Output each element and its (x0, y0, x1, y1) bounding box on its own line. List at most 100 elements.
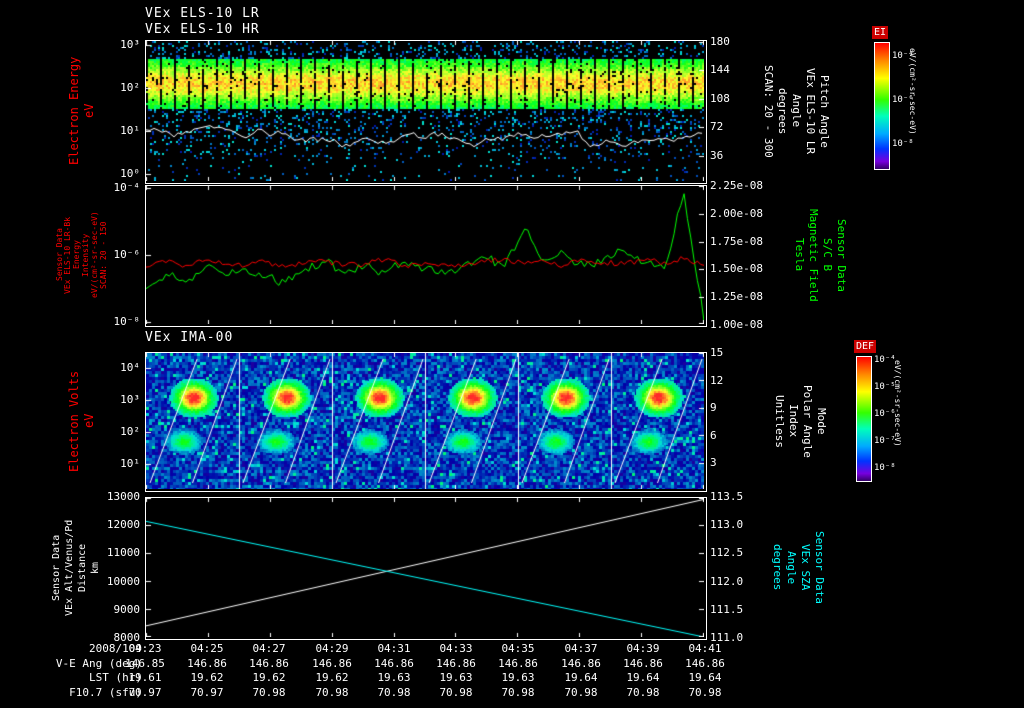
ima-y-tick-label: 10⁴ (120, 361, 140, 374)
els-y-title-part: eV (82, 103, 96, 119)
eph-y2-title-part: degrees (770, 544, 784, 591)
x-tick-time-label: 04:37 (564, 642, 598, 655)
mag-y2-axis-title: Sensor Data S/C B Magnetic Field Tesla (788, 185, 852, 325)
els-y2-title-part: SCAN: 20 - 300 (761, 64, 775, 158)
footer-value: 19.63 (439, 671, 473, 684)
eph-y2-axis-title: Sensor Data VEx SZA Angle degrees (768, 497, 828, 638)
footer-value: 19.62 (252, 671, 286, 684)
footer-value: 146.86 (561, 657, 601, 670)
ima-y2-title-part: Polar Angle (801, 384, 815, 458)
footer-value: 19.61 (128, 671, 162, 684)
x-tick-time-label: 04:39 (626, 642, 660, 655)
footer-value: 146.86 (498, 657, 538, 670)
els-y2-axis-title: Pitch Angle VEx ELS-10 LR Angle degrees SCAN… (752, 40, 840, 182)
els-y-axis-title: Electron Energy eV (64, 40, 100, 182)
footer-value: 70.98 (439, 686, 473, 699)
mag-y2-tick-label: 2.25e-08 (710, 179, 763, 192)
ei-colorbar-tick-label: 10⁻⁴ (892, 51, 914, 61)
footer-value: 19.62 (315, 671, 349, 684)
ima-y2-tick-label: 15 (710, 346, 724, 359)
eph-y-tick-label: 11000 (106, 546, 140, 559)
eph-y-title-part: VEx Alt/Venus/Pd (64, 519, 75, 616)
eph-y-title-part: Sensor Data (51, 534, 62, 601)
eph-y2-title-part: Sensor Data (813, 531, 827, 604)
mag-y2-title-part: S/C B (821, 238, 835, 272)
def-colorbar-tick-label: 10⁻⁵ (874, 382, 896, 392)
eph-y-tick-label: 10000 (106, 575, 140, 588)
els-energy-spectrogram-panel (145, 40, 707, 184)
eph-y-title-part: Distance (77, 543, 88, 592)
els-y2-title-part: Pitch Angle (818, 74, 832, 148)
mag-y2-tick-label: 1.00e-08 (710, 318, 763, 331)
eph-y2-tick-label: 113.0 (710, 518, 744, 531)
footer-value: 19.64 (688, 671, 722, 684)
footer-value: 70.98 (501, 686, 535, 699)
footer-value: 70.98 (252, 686, 286, 699)
els-y-tick-label: 10⁰ (120, 167, 140, 180)
els-y2-tick-label: 36 (710, 149, 724, 162)
footer-value: 70.98 (315, 686, 349, 699)
def-colorbar-label: DEF (854, 340, 877, 353)
altitude-sza-line-panel (145, 497, 707, 640)
x-tick-time-label: 04:41 (688, 642, 722, 655)
ei-colorbar (874, 42, 890, 170)
ima-y2-tick-label: 12 (710, 374, 724, 387)
footer-value: 146.86 (312, 657, 352, 670)
eph-y2-tick-label: 111.5 (710, 603, 744, 616)
ima-y2-tick-label: 9 (710, 401, 717, 414)
footer-value: 19.64 (564, 671, 598, 684)
ima-y-axis-title: Electron Volts eV (64, 352, 100, 490)
ima-y-tick-label: 10¹ (120, 457, 140, 470)
footer-value: 19.62 (190, 671, 224, 684)
mag-y2-tick-label: 1.25e-08 (710, 290, 763, 303)
footer-value: 146.86 (436, 657, 476, 670)
ima-y-tick-label: 10² (120, 425, 140, 438)
footer-value: 70.98 (688, 686, 722, 699)
eph-y-tick-label: 12000 (106, 518, 140, 531)
ima-spectrogram-panel (145, 352, 707, 492)
x-tick-time-label: 04:29 (315, 642, 349, 655)
els-y2-tick-label: 144 (710, 63, 730, 76)
els-y2-title-part: degrees (775, 87, 789, 135)
eph-y2-title-part: Angle (785, 550, 798, 585)
ei-colorbar-label: EI (872, 26, 889, 39)
footer-value: 146.85 (125, 657, 165, 670)
vex-quicklook-plot-window: VEx ELS-10 LR VEx ELS-10 HR VEx IMA-00 E… (0, 0, 1024, 708)
ima-y2-axis-title: Mode Polar Angle Index Unitless (768, 352, 832, 490)
ima-y2-tick-label: 6 (710, 429, 717, 442)
footer-value: 19.64 (626, 671, 660, 684)
ima-y2-title-part: Unitless (772, 394, 786, 448)
date-label: 2008/109 (89, 642, 142, 655)
mag-y-tick-label: 10⁻⁶ (113, 248, 141, 261)
footer-value: 146.86 (623, 657, 663, 670)
ima-y-title-part: Electron Volts (66, 370, 81, 472)
els-y-tick-label: 10¹ (120, 124, 140, 137)
panel-title-els-lr: VEx ELS-10 LR (145, 6, 260, 21)
footer-value: 19.63 (501, 671, 535, 684)
x-tick-time-label: 04:31 (377, 642, 411, 655)
footer-value: 146.86 (249, 657, 289, 670)
els-y-title-part: Electron Energy (66, 56, 81, 166)
mag-y2-title-part: Magnetic Field (807, 208, 820, 302)
els-y2-tick-label: 180 (710, 35, 730, 48)
ima-y-tick-label: 10³ (120, 393, 140, 406)
x-tick-time-label: 04:27 (252, 642, 286, 655)
ei-colorbar-tick-label: 10⁻⁶ (892, 95, 914, 105)
footer-value: 146.86 (187, 657, 227, 670)
eph-y2-tick-label: 112.5 (710, 546, 744, 559)
mag-y2-tick-label: 1.50e-08 (710, 262, 763, 275)
def-colorbar-tick-label: 10⁻⁷ (874, 436, 896, 446)
els-y2-tick-label: 72 (710, 120, 724, 133)
ima-y2-title-part: Mode (815, 407, 829, 435)
footer-value: 146.86 (374, 657, 414, 670)
eph-y2-tick-label: 113.5 (710, 490, 744, 503)
panel-title-els-hr: VEx ELS-10 HR (145, 22, 260, 37)
intensity-magnetic-field-line-panel (145, 185, 707, 327)
els-y-tick-label: 10³ (120, 38, 140, 51)
footer-value: 70.98 (377, 686, 411, 699)
mag-y-tick-label: 10⁻⁴ (113, 181, 141, 194)
mag-y2-title-part: Sensor Data (835, 218, 849, 292)
ima-y2-tick-label: 3 (710, 456, 717, 469)
els-y-tick-label: 10² (120, 81, 140, 94)
eph-y-tick-label: 9000 (113, 603, 141, 616)
